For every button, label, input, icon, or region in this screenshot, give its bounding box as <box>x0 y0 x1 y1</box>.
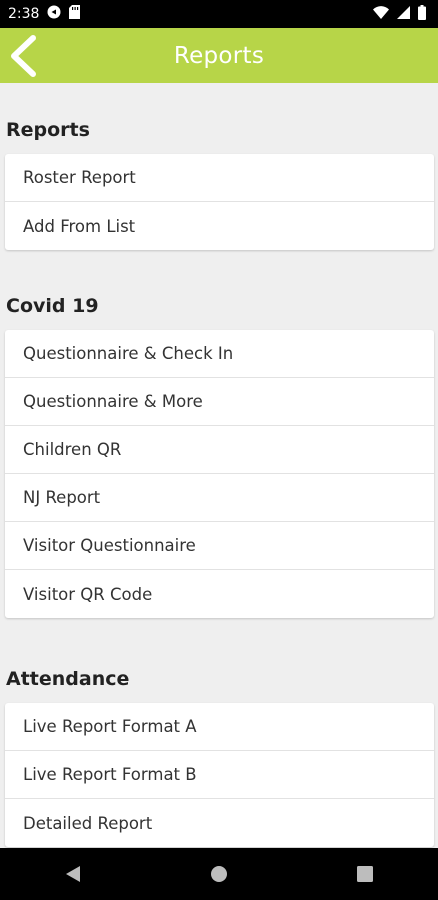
attendance-card: Live Report Format A Live Report Format … <box>5 703 434 847</box>
nav-recents-button[interactable] <box>335 848 395 900</box>
list-item-live-report-a[interactable]: Live Report Format A <box>5 703 434 751</box>
status-bar: 2:38 <box>0 0 438 28</box>
nav-back-button[interactable] <box>43 848 103 900</box>
list-item-visitor-questionnaire[interactable]: Visitor Questionnaire <box>5 522 434 570</box>
list-item-questionnaire-check-in[interactable]: Questionnaire & Check In <box>5 330 434 378</box>
list-item-detailed-report[interactable]: Detailed Report <box>5 799 434 847</box>
sd-card-icon <box>69 5 81 23</box>
cellular-signal-icon <box>397 5 410 23</box>
list-item-live-report-b[interactable]: Live Report Format B <box>5 751 434 799</box>
battery-icon <box>418 4 426 24</box>
list-item-questionnaire-more[interactable]: Questionnaire & More <box>5 378 434 426</box>
reports-card: Roster Report Add From List <box>5 154 434 250</box>
app-bar: Reports <box>0 28 438 83</box>
status-time: 2:38 <box>8 6 40 22</box>
circle-home-icon <box>211 866 227 882</box>
page-title: Reports <box>173 42 265 69</box>
triangle-back-icon <box>66 866 80 882</box>
nav-home-button[interactable] <box>189 848 249 900</box>
system-navigation-bar <box>0 848 438 900</box>
covid-card: Questionnaire & Check In Questionnaire &… <box>5 330 434 618</box>
chevron-left-icon <box>11 35 36 77</box>
section-title-attendance: Attendance <box>6 668 130 690</box>
wifi-icon <box>373 5 389 23</box>
reports-list[interactable]: Reports Roster Report Add From List Covi… <box>0 83 438 848</box>
list-item-children-qr[interactable]: Children QR <box>5 426 434 474</box>
list-item-nj-report[interactable]: NJ Report <box>5 474 434 522</box>
section-title-reports: Reports <box>6 119 90 141</box>
back-button[interactable] <box>4 34 44 78</box>
app-notification-icon <box>47 5 61 23</box>
list-item-add-from-list[interactable]: Add From List <box>5 202 434 250</box>
list-item-visitor-qr-code[interactable]: Visitor QR Code <box>5 570 434 618</box>
square-recents-icon <box>357 866 373 882</box>
section-title-covid: Covid 19 <box>6 295 99 317</box>
list-item-roster-report[interactable]: Roster Report <box>5 154 434 202</box>
